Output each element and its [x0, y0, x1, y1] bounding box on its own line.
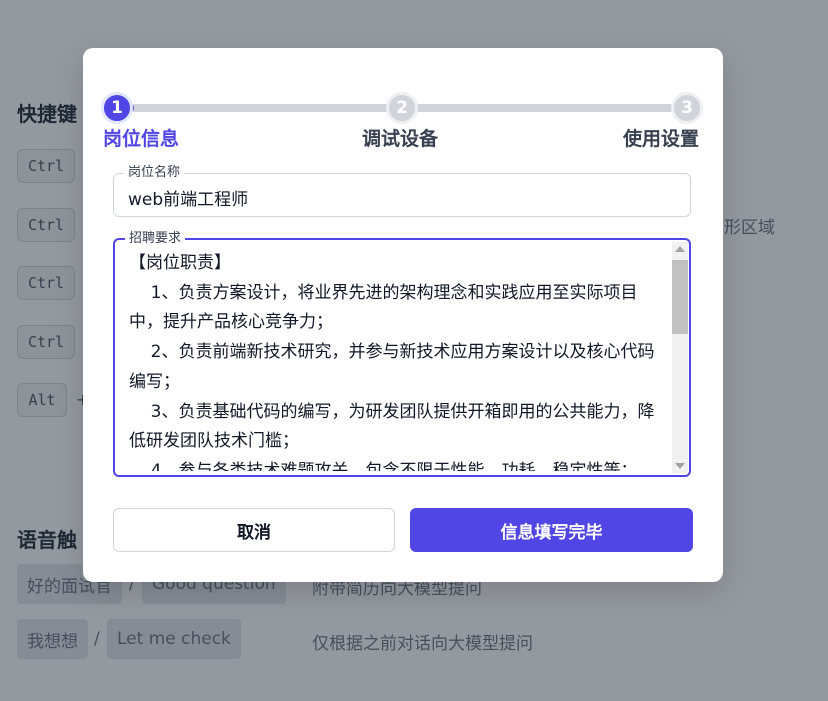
requirements-legend: 招聘要求: [125, 231, 186, 247]
step-2-indicator: 2: [386, 92, 418, 124]
submit-info-button[interactable]: 信息填写完毕: [410, 508, 693, 552]
scrollbar-thumb[interactable]: [672, 260, 688, 334]
position-name-input[interactable]: web前端工程师: [128, 185, 248, 210]
scroll-down-arrow-icon[interactable]: [675, 463, 685, 469]
requirements-field[interactable]: 招聘要求 【岗位职责】 1、负责方案设计，将业界先进的架构理念和实践应用至实际项…: [113, 231, 691, 477]
position-name-legend: 岗位名称: [124, 165, 185, 181]
step-3-label: 使用设置: [623, 128, 700, 150]
requirements-textarea[interactable]: 【岗位职责】 1、负责方案设计，将业界先进的架构理念和实践应用至实际项目中，提升…: [129, 249, 659, 471]
step-2-label: 调试设备: [362, 128, 439, 150]
textarea-scrollbar[interactable]: [672, 242, 688, 473]
step-1-label: 岗位信息: [103, 128, 180, 150]
cancel-button[interactable]: 取消: [113, 508, 395, 552]
position-name-field[interactable]: 岗位名称 web前端工程师: [113, 165, 691, 217]
job-info-dialog: 1 2 3 岗位信息 调试设备 使用设置 岗位名称 web前端工程师 招聘要求 …: [83, 48, 723, 582]
scroll-up-arrow-icon[interactable]: [675, 246, 685, 252]
step-3-indicator: 3: [671, 92, 703, 124]
step-1-indicator: 1: [101, 92, 133, 124]
